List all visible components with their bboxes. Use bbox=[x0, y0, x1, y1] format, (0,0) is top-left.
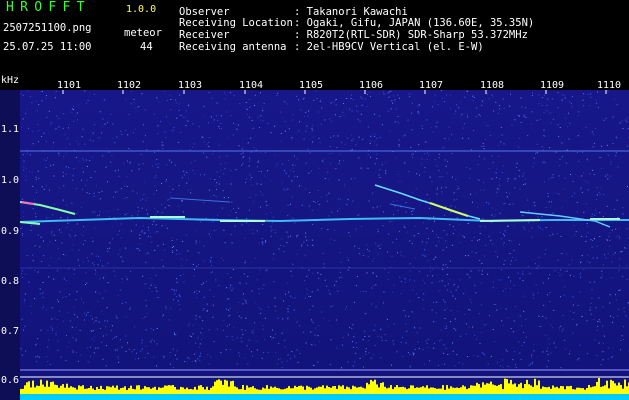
spectrogram-window: HROFFT 1.0.0 2507251100.png 25.07.25 11:… bbox=[0, 0, 629, 400]
spectrogram-panel bbox=[20, 90, 629, 400]
app-title: HROFFT bbox=[6, 0, 91, 15]
minute-ticks bbox=[62, 90, 607, 94]
spectrogram-image bbox=[20, 90, 629, 400]
freq-tick-label: 0.7 bbox=[1, 326, 20, 337]
location-label: Receiving Location bbox=[179, 17, 293, 29]
filename-label: 2507251100.png bbox=[3, 22, 92, 34]
y-axis-unit: kHz bbox=[1, 75, 20, 86]
meteor-label: meteor bbox=[124, 27, 162, 39]
freq-tick-label: 0.8 bbox=[1, 276, 20, 287]
noise-speckle bbox=[20, 90, 629, 369]
app-version: 1.0.0 bbox=[126, 4, 157, 15]
receiver-label: Receiver bbox=[179, 29, 230, 41]
antenna-label: Receiving antenna bbox=[179, 41, 287, 53]
meteor-count: 44 bbox=[140, 41, 153, 53]
freq-tick-label: 0.6 bbox=[1, 375, 20, 386]
receiver-value: : R820T2(RTL-SDR) SDR-Sharp 53.372MHz bbox=[294, 29, 528, 41]
y-axis-strip bbox=[0, 90, 20, 400]
meteor-echo-center-bright bbox=[429, 202, 469, 217]
freq-tick-label: 1.0 bbox=[1, 175, 20, 186]
meteor-echo-left-strong bbox=[21, 201, 35, 205]
freq-tick-label: 1.1 bbox=[1, 124, 20, 135]
antenna-value: : 2el-HB9CV Vertical (el. E-W) bbox=[294, 41, 484, 53]
datetime-label: 25.07.25 11:00 bbox=[3, 41, 92, 53]
freq-tick-label: 0.9 bbox=[1, 226, 20, 237]
activity-histogram bbox=[20, 378, 629, 400]
meteor-echo-faint bbox=[169, 197, 416, 210]
location-value: : Ogaki, Gifu, JAPAN (136.60E, 35.35N) bbox=[294, 17, 535, 29]
